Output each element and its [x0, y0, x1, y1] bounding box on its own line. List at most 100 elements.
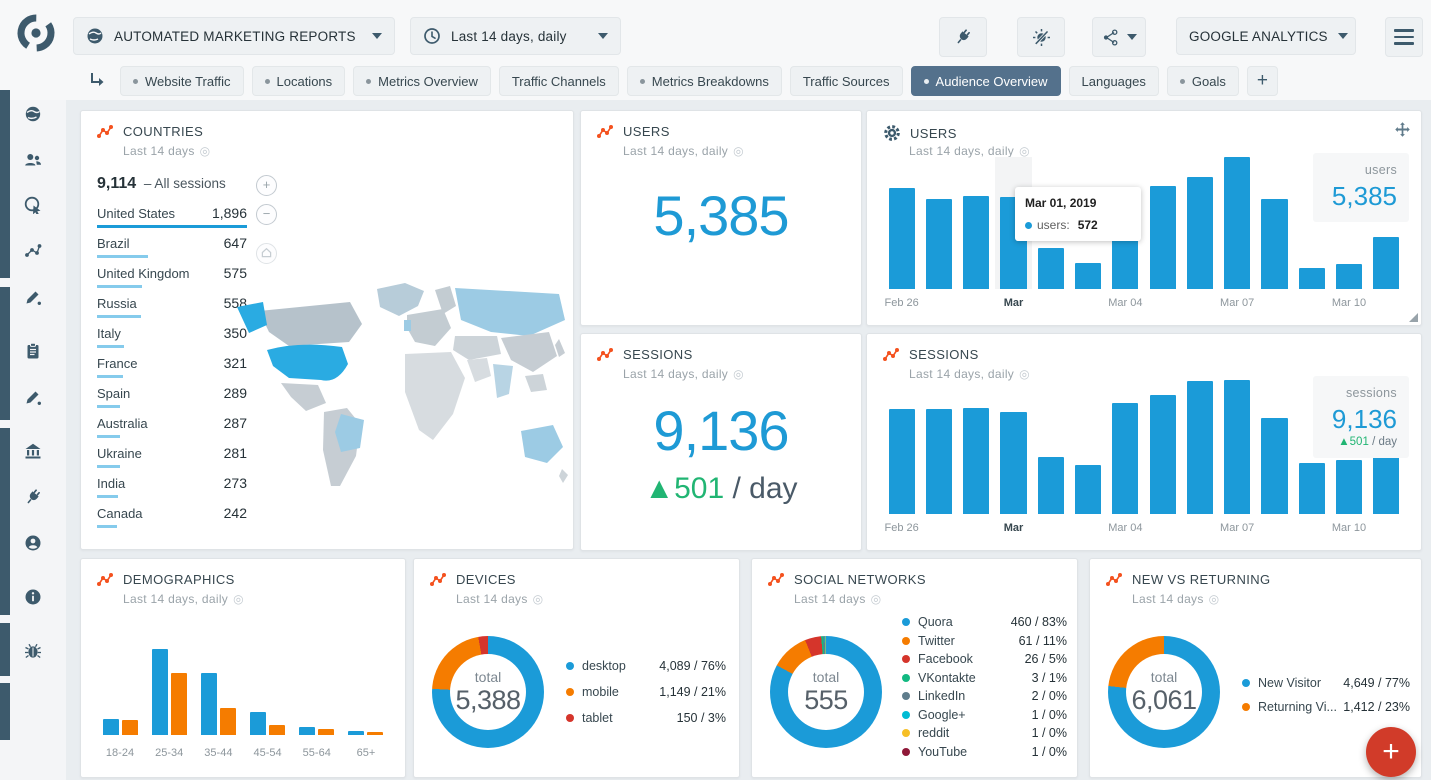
country-row: Russia558 — [97, 295, 247, 325]
all-sessions-summary: 9,114 – All sessions — [97, 175, 247, 193]
demographics-bar-series-blue[interactable] — [348, 731, 364, 735]
account-icon[interactable] — [24, 534, 42, 552]
x-tick-label: Mar 10 — [1330, 522, 1367, 538]
report-selector-dropdown[interactable]: AUTOMATED MARKETING REPORTS — [73, 17, 395, 55]
world-icon[interactable] — [24, 105, 42, 123]
bar-feb-28[interactable] — [963, 196, 989, 289]
integrations-button[interactable] — [939, 17, 987, 57]
bar-mar-02[interactable] — [1038, 248, 1064, 289]
tab-website-traffic[interactable]: Website Traffic — [120, 66, 244, 96]
demographics-bar-series-orange[interactable] — [122, 720, 138, 735]
edit-icon[interactable] — [24, 388, 42, 406]
move-widget-icon[interactable] — [1394, 121, 1411, 138]
bar-mar-09[interactable] — [1299, 268, 1325, 289]
bar-mar-05[interactable] — [1150, 186, 1176, 289]
devices-donut-chart[interactable]: total 5,388 — [432, 636, 544, 748]
donut-center: total 5,388 — [450, 654, 526, 730]
bar-mar-06[interactable] — [1187, 381, 1213, 514]
bar-mar-04[interactable] — [1112, 403, 1138, 514]
tab-locations[interactable]: Locations — [252, 66, 346, 96]
legend-item: New Visitor4,649 / 77% — [1242, 671, 1410, 695]
bar-mar-07[interactable] — [1224, 380, 1250, 514]
bar-mar-07[interactable] — [1224, 157, 1250, 289]
resize-grip[interactable] — [1409, 313, 1418, 322]
add-tab-button[interactable]: + — [1247, 66, 1278, 96]
legend-value: 150 / 3% — [677, 711, 726, 725]
bar-feb-27[interactable] — [926, 199, 952, 289]
tab-traffic-sources[interactable]: Traffic Sources — [790, 66, 903, 96]
bar-mar-06[interactable] — [1187, 177, 1213, 289]
main-menu-button[interactable] — [1385, 17, 1423, 57]
demographics-bar-series-blue[interactable] — [152, 649, 168, 735]
bar-mar-11[interactable] — [1373, 237, 1399, 289]
tab-goals[interactable]: Goals — [1167, 66, 1239, 96]
demographics-bar-series-blue[interactable] — [250, 712, 266, 735]
datasource-dropdown[interactable]: GOOGLE ANALYTICS — [1176, 17, 1356, 55]
tab-metrics-overview[interactable]: Metrics Overview — [353, 66, 491, 96]
bank-icon[interactable] — [24, 442, 42, 460]
team-icon[interactable] — [24, 151, 42, 169]
social-donut-chart[interactable]: total 555 — [770, 636, 882, 748]
bar-mar-05[interactable] — [1150, 395, 1176, 514]
legend-dot-icon — [902, 674, 910, 682]
share-dropdown-button[interactable] — [1092, 17, 1146, 57]
info-icon[interactable] — [24, 588, 42, 606]
tooltip-series-label: users: — [1037, 218, 1070, 232]
demographics-bar-series-orange[interactable] — [318, 729, 334, 735]
tab-traffic-channels[interactable]: Traffic Channels — [499, 66, 619, 96]
map-zoom-in-button[interactable]: + — [256, 175, 277, 196]
bug-icon[interactable] — [24, 642, 42, 660]
gear-icon[interactable] — [883, 124, 901, 142]
bar-mar-10[interactable] — [1336, 460, 1362, 514]
bar-feb-26[interactable] — [889, 188, 915, 289]
demographics-bar-series-orange[interactable] — [367, 732, 383, 735]
new-vs-returning-donut-chart[interactable]: total 6,061 — [1108, 636, 1220, 748]
widget-subtitle: Last 14 days◎ — [1132, 592, 1219, 606]
tab-audience-overview[interactable]: Audience Overview — [911, 66, 1061, 96]
bar-feb-27[interactable] — [926, 409, 952, 514]
bar-mar-08[interactable] — [1261, 199, 1287, 289]
bar-mar-03[interactable] — [1075, 465, 1101, 514]
alerts-toggle-button[interactable] — [1017, 17, 1065, 57]
bar-mar-02[interactable] — [1038, 457, 1064, 514]
legend-value: 460 / 83% — [1011, 615, 1067, 629]
map-home-button[interactable] — [256, 243, 277, 264]
demographics-bar-series-blue[interactable] — [103, 719, 119, 735]
tab-metrics-breakdowns[interactable]: Metrics Breakdowns — [627, 66, 782, 96]
bar-mar-09[interactable] — [1299, 463, 1325, 514]
demographics-bar-series-blue[interactable] — [299, 727, 315, 735]
map-zoom-out-button[interactable]: − — [256, 204, 277, 225]
plug-icon[interactable] — [24, 488, 42, 506]
bar-feb-28[interactable] — [963, 408, 989, 514]
time-range-dropdown[interactable]: Last 14 days, daily — [410, 17, 621, 55]
demographics-bar-series-orange[interactable] — [269, 725, 285, 735]
legend-dot-icon — [902, 729, 910, 737]
alerts-off-icon — [1032, 28, 1051, 47]
demographics-bar-series-orange[interactable] — [220, 708, 236, 735]
add-widget-fab[interactable]: + — [1366, 727, 1416, 777]
auto-refresh-icon: ◎ — [733, 144, 744, 158]
x-tick-label — [1181, 522, 1218, 538]
tab-languages[interactable]: Languages — [1069, 66, 1159, 96]
widget-title: USERS — [623, 124, 670, 139]
bar-mar-03[interactable] — [1075, 263, 1101, 289]
delta-value: ▲501 — [644, 472, 724, 505]
scatter-chart-icon[interactable] — [24, 242, 42, 260]
octoboard-logo[interactable] — [13, 10, 59, 56]
countries-list: United States1,896Brazil647United Kingdo… — [97, 205, 247, 535]
edit-icon[interactable] — [24, 288, 42, 306]
bar-mar-10[interactable] — [1336, 264, 1362, 289]
bar-mar-01[interactable] — [1000, 412, 1026, 514]
demographics-group-35-44 — [197, 649, 239, 735]
auto-refresh-icon: ◎ — [871, 592, 882, 606]
demographics-bar-series-blue[interactable] — [201, 673, 217, 735]
country-row: Italy350 — [97, 325, 247, 355]
world-map[interactable] — [229, 279, 569, 509]
clipboard-icon[interactable] — [24, 342, 42, 360]
world-pointer-icon[interactable] — [24, 196, 42, 214]
bar-feb-26[interactable] — [889, 409, 915, 514]
legend-value: 1 / 0% — [1032, 745, 1067, 759]
bar-mar-08[interactable] — [1261, 418, 1287, 514]
demographics-bar-series-orange[interactable] — [171, 673, 187, 735]
legend-dot-icon — [1242, 703, 1250, 711]
